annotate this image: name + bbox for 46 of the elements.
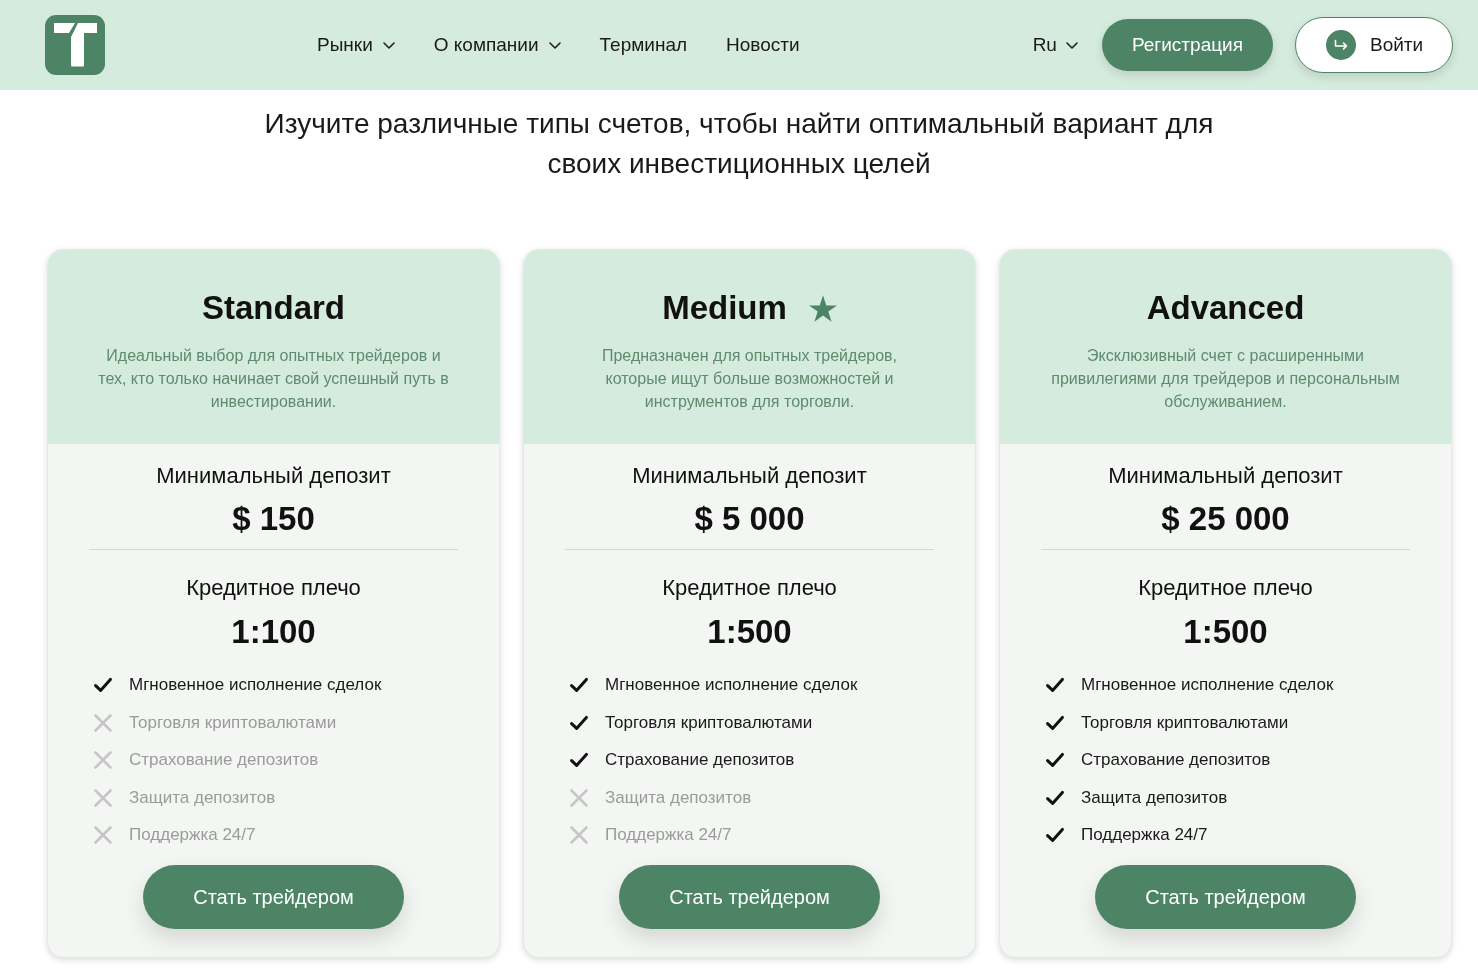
- page-headline: Изучите различные типы счетов, чтобы найти оптимальный вариант для своих инвестиционных целей: [263, 107, 1215, 181]
- leverage-label: Кредитное плечо: [662, 574, 837, 602]
- feature-text: Страхование депозитов: [605, 749, 795, 771]
- feature-text: Поддержка 24/7: [1081, 824, 1208, 846]
- feature-text: Торговля криптовалютами: [605, 711, 813, 734]
- language-selector[interactable]: Ru: [1032, 34, 1078, 56]
- feature-text: Мгновенное исполнение сделок: [129, 674, 382, 696]
- deposit-label: Минимальный депозит: [632, 462, 867, 490]
- leverage-label: Кредитное плечо: [1138, 574, 1313, 602]
- leverage-value: 1:500: [1183, 612, 1268, 652]
- logo-icon[interactable]: [45, 15, 105, 75]
- feature-text: Защита депозитов: [1081, 786, 1228, 809]
- nav-link[interactable]: Терминал: [599, 34, 688, 56]
- feature-text: Поддержка 24/7: [129, 824, 256, 846]
- become-trader-button[interactable]: Стать трейдером: [1095, 865, 1356, 929]
- feature-text: Защита депозитов: [129, 786, 276, 809]
- plan-description: Предназначен для опытных трейдеров, которые ищут больше возможностей и инструментов для торговли.: [600, 346, 899, 412]
- deposit-amount: $ 150: [232, 499, 315, 539]
- register-button[interactable]: Регистрация: [1101, 19, 1273, 71]
- deposit-amount: $ 5 000: [694, 499, 805, 539]
- become-trader-button[interactable]: Стать трейдером: [619, 865, 880, 929]
- feature-text: Страхование депозитов: [129, 749, 319, 771]
- feature-text: Страхование депозитов: [1081, 749, 1271, 771]
- plan-title: Advanced: [1146, 288, 1305, 328]
- feature-text: Защита депозитов: [605, 786, 752, 809]
- nav-link[interactable]: О компании: [433, 34, 561, 56]
- arrow-circle-icon: [1326, 30, 1356, 60]
- become-trader-button[interactable]: Стать трейдером: [143, 865, 404, 929]
- plan-title: Standard: [202, 288, 345, 328]
- login-button[interactable]: Войти: [1295, 17, 1453, 73]
- leverage-label: Кредитное плечо: [186, 574, 361, 602]
- feature-text: Поддержка 24/7: [605, 824, 732, 846]
- leverage-value: 1:100: [231, 612, 316, 652]
- feature-text: Торговля криптовалютами: [1081, 711, 1289, 734]
- feature-text: Мгновенное исполнение сделок: [605, 674, 858, 696]
- feature-text: Торговля криптовалютами: [129, 711, 337, 734]
- plan-description: Идеальный выбор для опытных трейдеров и тех, кто только начинает свой успешный путь в инвестировании.: [97, 346, 450, 412]
- plan-description: Эксклюзивный счет с расширенными привилегиями для трейдеров и персональным обслуживанием.: [1050, 346, 1401, 412]
- feature-text: Мгновенное исполнение сделок: [1081, 674, 1334, 696]
- nav-link[interactable]: Рынки: [317, 34, 395, 56]
- leverage-value: 1:500: [707, 612, 792, 652]
- deposit-amount: $ 25 000: [1161, 499, 1290, 539]
- deposit-label: Минимальный депозит: [156, 462, 391, 490]
- deposit-label: Минимальный депозит: [1108, 462, 1343, 490]
- plan-title: Medium: [662, 288, 787, 328]
- nav-link[interactable]: Новости: [726, 34, 800, 56]
